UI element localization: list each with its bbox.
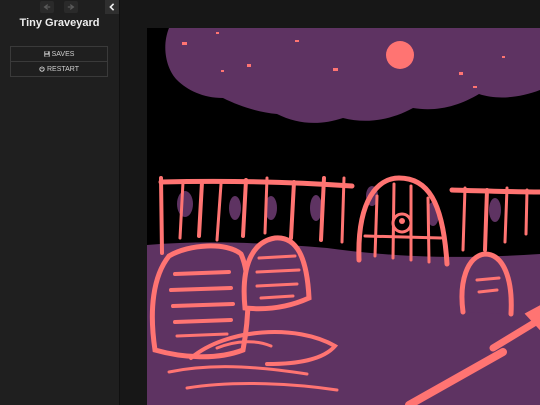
purple-cloud-band xyxy=(165,28,540,123)
arrow-right-icon xyxy=(67,4,75,10)
saves-label: SAVES xyxy=(51,50,75,58)
power-icon xyxy=(39,66,45,72)
history-forward-button[interactable] xyxy=(64,1,78,13)
restart-button[interactable]: RESTART xyxy=(10,61,108,77)
restart-label: RESTART xyxy=(46,65,80,73)
history-back-button[interactable] xyxy=(40,1,54,13)
chevron-left-icon xyxy=(109,3,115,11)
story-sidebar: Tiny Graveyard SAVES RESTART xyxy=(0,0,120,405)
floppy-disk-icon xyxy=(43,51,50,57)
sidebar-toggle-button[interactable] xyxy=(105,0,119,14)
story-title: Tiny Graveyard xyxy=(19,17,100,29)
moon xyxy=(386,41,414,69)
tombstone-center xyxy=(241,235,312,312)
tombstone-right xyxy=(459,251,514,317)
tombstone-left xyxy=(149,243,251,360)
passage-area xyxy=(147,28,540,405)
saves-button[interactable]: SAVES xyxy=(10,46,108,61)
arrow-left-icon xyxy=(43,4,51,10)
graveyard-illustration xyxy=(147,28,540,405)
picket-fence xyxy=(158,176,540,255)
